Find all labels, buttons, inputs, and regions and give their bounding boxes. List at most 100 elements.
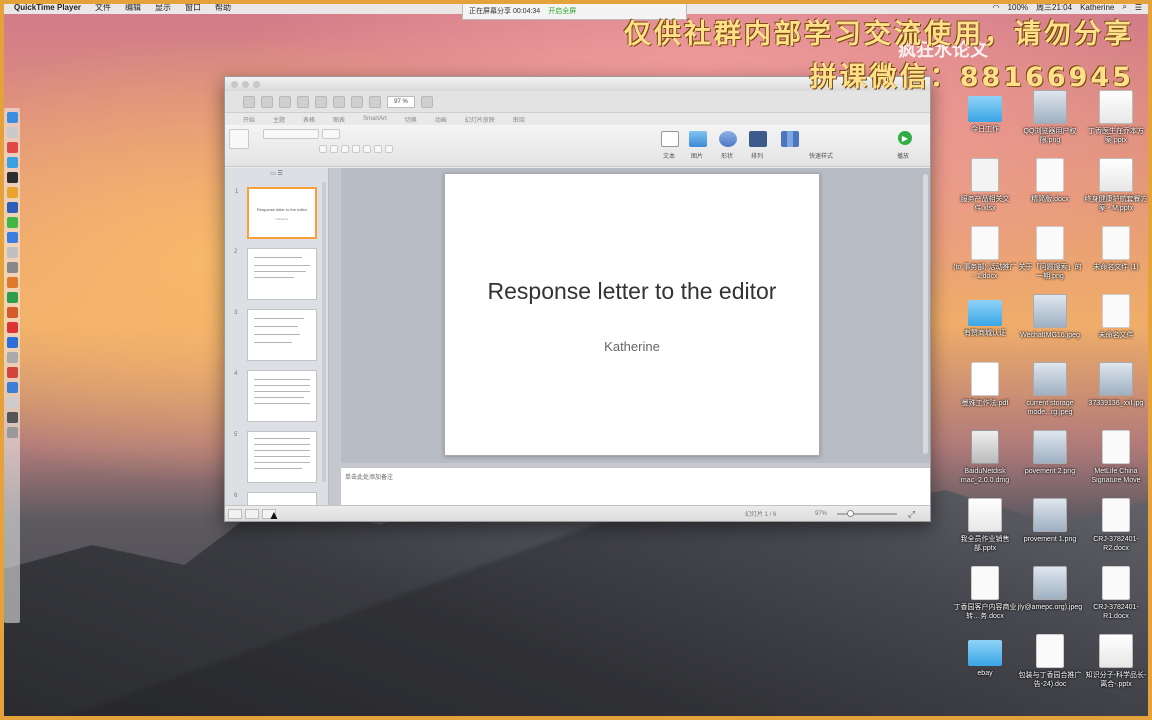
- quick-styles-icon[interactable]: [781, 131, 799, 147]
- table-icon[interactable]: [369, 95, 381, 108]
- desktop-file[interactable]: 未命名文件 (1): [1083, 226, 1149, 272]
- app-icon[interactable]: [6, 187, 18, 198]
- desktop-file[interactable]: BaiduNetdisk mac_2.0.0.dmg: [952, 430, 1018, 485]
- undo-icon[interactable]: [315, 95, 327, 108]
- app-icon[interactable]: [6, 307, 18, 318]
- slide-subtitle[interactable]: Katherine: [445, 339, 819, 354]
- strike-button[interactable]: [352, 145, 360, 153]
- print-icon[interactable]: [297, 95, 309, 108]
- tab-transitions[interactable]: 切换: [405, 115, 417, 124]
- new-slide-button[interactable]: [229, 129, 249, 149]
- shape-icon[interactable]: [719, 131, 737, 147]
- desktop-file[interactable]: povement 2.png: [1017, 430, 1083, 476]
- qq-icon[interactable]: [6, 172, 18, 183]
- desktop-file[interactable]: MetLife China Signature Move: [1083, 430, 1149, 485]
- play-slideshow-button[interactable]: ▶: [898, 131, 912, 145]
- zoom-slider[interactable]: [837, 513, 897, 515]
- desktop-file[interactable]: 终身健康护航套餐方案 - M.pptx: [1083, 158, 1149, 213]
- safari-icon[interactable]: [6, 157, 18, 168]
- user-name[interactable]: Katherine: [1080, 3, 1114, 12]
- app-icon[interactable]: [6, 277, 18, 288]
- photoshop-icon[interactable]: [6, 202, 18, 213]
- desktop-file[interactable]: WechatIMG16.jpeg: [1017, 294, 1083, 340]
- desktop-file[interactable]: 知识分子-科学品长-离合-.pptx: [1083, 634, 1149, 689]
- minimize-window-button[interactable]: [242, 80, 249, 88]
- calendar-icon[interactable]: [6, 142, 18, 153]
- desktop-file[interactable]: ebay: [952, 634, 1018, 678]
- desktop-file[interactable]: 37339136_xxl.jpg: [1083, 362, 1149, 408]
- app-icon[interactable]: [6, 232, 18, 243]
- format-icon[interactable]: [351, 95, 363, 108]
- slide-thumbnail-3[interactable]: 3: [234, 309, 317, 361]
- tab-themes[interactable]: 主题: [273, 115, 285, 124]
- app-icon[interactable]: [6, 262, 18, 273]
- wechat-icon[interactable]: [6, 292, 18, 303]
- desktop-file[interactable]: 丁香医生在乔本方案.pptx: [1083, 90, 1149, 145]
- open-icon[interactable]: [261, 95, 273, 108]
- app-icon[interactable]: [6, 412, 18, 423]
- save-icon[interactable]: [279, 95, 291, 108]
- zoom-window-button[interactable]: [253, 80, 260, 88]
- search-icon[interactable]: ⌕: [1122, 2, 1126, 12]
- align-right-button[interactable]: [385, 145, 393, 153]
- desktop-file[interactable]: QQ浏览器用户权限.png: [1017, 90, 1083, 145]
- slide-scrollbar[interactable]: [923, 174, 928, 454]
- clock[interactable]: 周三21:04: [1036, 2, 1072, 13]
- desktop-file[interactable]: 曼殊工作法.pdf: [952, 362, 1018, 408]
- app-icon[interactable]: [6, 367, 18, 378]
- thumbs-scrollbar[interactable]: [322, 182, 326, 482]
- desktop-file[interactable]: CRJ-3782401-R2.docx: [1083, 498, 1149, 553]
- menu-help[interactable]: 帮助: [215, 2, 231, 13]
- trash-icon[interactable]: [6, 427, 18, 438]
- desktop-file[interactable]: 关于「问题搜索」的一期.png: [1017, 226, 1083, 281]
- tab-slideshow[interactable]: 幻灯片放映: [465, 115, 495, 124]
- desktop-file[interactable]: 丁香园客户内容商业转…务.docx: [952, 566, 1018, 621]
- desktop-file[interactable]: 包装与丁香园合推广告-24).doc: [1017, 634, 1083, 689]
- slide-thumbnail-6[interactable]: 6: [234, 492, 317, 506]
- outline-toggle-icon[interactable]: ▭ ☰: [270, 170, 283, 177]
- tab-tables[interactable]: 表格: [303, 115, 315, 124]
- chrome-icon[interactable]: [6, 217, 18, 228]
- app-icon[interactable]: [6, 247, 18, 258]
- tab-animations[interactable]: 动画: [435, 115, 447, 124]
- menu-view[interactable]: 显示: [155, 2, 171, 13]
- tab-home[interactable]: 开始: [243, 115, 255, 124]
- redo-icon[interactable]: [333, 95, 345, 108]
- underline-button[interactable]: [341, 145, 349, 153]
- menu-window[interactable]: 窗口: [185, 2, 201, 13]
- desktop-file[interactable]: (to 事务部) 活动推广 - 1.docx: [952, 226, 1018, 281]
- slide-thumbnail-5[interactable]: 5: [234, 431, 317, 483]
- current-slide[interactable]: Response letter to the editor Katherine: [444, 173, 820, 456]
- tab-review[interactable]: 审阅: [513, 115, 525, 124]
- desktop-file[interactable]: jly@amepc.org).jpeg: [1017, 566, 1083, 612]
- desktop-file[interactable]: 今日工作: [952, 90, 1018, 134]
- new-icon[interactable]: [243, 95, 255, 108]
- font-name-select[interactable]: [263, 129, 319, 139]
- desktop-file[interactable]: provement 1.png: [1017, 498, 1083, 544]
- slide-sorter-button[interactable]: [245, 508, 259, 519]
- italic-button[interactable]: [330, 145, 338, 153]
- zoom-slider-handle[interactable]: [847, 510, 854, 517]
- app-icon[interactable]: [6, 352, 18, 363]
- font-size-select[interactable]: [322, 129, 340, 139]
- arrange-icon[interactable]: [749, 131, 767, 147]
- desktop-file[interactable]: 服务产品相关文件.xlsx: [952, 158, 1018, 213]
- desktop-file[interactable]: CRJ-3782401-R1.docx: [1083, 566, 1149, 621]
- desktop-file[interactable]: 我全员作业销售部.pptx: [952, 498, 1018, 553]
- align-left-button[interactable]: [363, 145, 371, 153]
- slide-thumbnail-4[interactable]: 4: [234, 370, 317, 422]
- slide-thumbnail-2[interactable]: 2: [234, 248, 317, 300]
- tab-smartart[interactable]: SmartArt: [363, 116, 387, 122]
- picture-icon[interactable]: [689, 131, 707, 147]
- app-icon[interactable]: [6, 127, 18, 138]
- desktop-file[interactable]: 未命名文件: [1083, 294, 1149, 340]
- close-window-button[interactable]: [231, 80, 238, 88]
- align-center-button[interactable]: [374, 145, 382, 153]
- notes-pane[interactable]: 单击此处添加备注: [341, 467, 930, 506]
- app-icon[interactable]: [6, 382, 18, 393]
- menu-file[interactable]: 文件: [95, 2, 111, 13]
- desktop-file[interactable]: current storage mode...rg.jpeg: [1017, 362, 1083, 417]
- slide-title[interactable]: Response letter to the editor: [445, 278, 819, 305]
- desktop-file[interactable]: 有赞商城认证: [952, 294, 1018, 338]
- app-icon[interactable]: [6, 397, 18, 408]
